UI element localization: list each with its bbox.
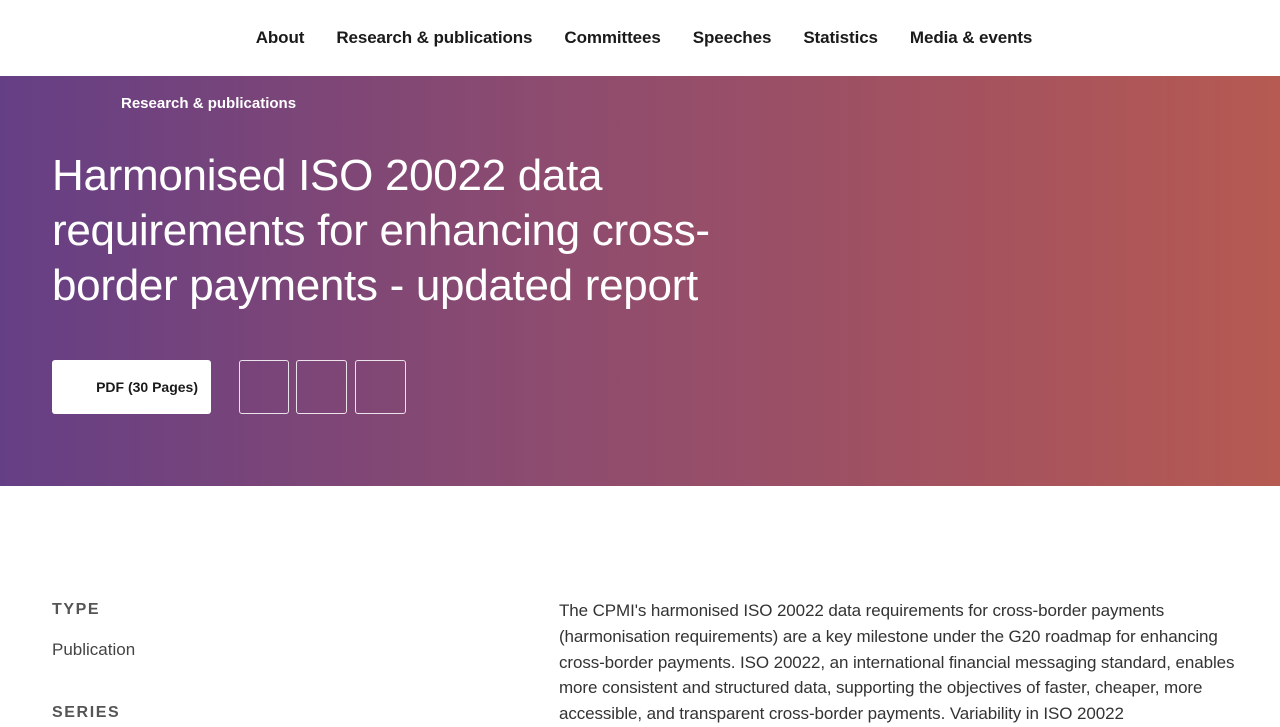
nav-item-media-events[interactable]: Media & events bbox=[894, 28, 1048, 48]
nav-item-research-publications[interactable]: Research & publications bbox=[320, 28, 548, 48]
type-label: TYPE bbox=[52, 601, 101, 618]
share-button-3[interactable] bbox=[355, 360, 406, 414]
pdf-button-label: PDF (30 Pages) bbox=[96, 379, 198, 395]
share-button-2[interactable] bbox=[296, 360, 347, 414]
nav-item-statistics[interactable]: Statistics bbox=[787, 28, 894, 48]
summary-paragraph: The CPMI's harmonised ISO 20022 data req… bbox=[559, 601, 1235, 724]
nav-item-about[interactable]: About bbox=[240, 28, 321, 48]
pdf-download-button[interactable]: PDF (30 Pages) bbox=[52, 360, 211, 414]
main-navigation: About Research & publications Committees… bbox=[0, 0, 1280, 76]
breadcrumb-link[interactable]: Research & publications bbox=[121, 95, 296, 112]
main-nav-list: About Research & publications Committees… bbox=[240, 28, 1049, 48]
nav-item-committees[interactable]: Committees bbox=[548, 28, 676, 48]
hero-banner: Research & publications Harmonised ISO 2… bbox=[0, 76, 1280, 486]
nav-item-speeches[interactable]: Speeches bbox=[677, 28, 788, 48]
share-button-1[interactable] bbox=[239, 360, 289, 414]
series-label: SERIES bbox=[52, 704, 121, 721]
type-value: Publication bbox=[52, 640, 136, 659]
page-title: Harmonised ISO 20022 data requirements f… bbox=[52, 151, 710, 310]
